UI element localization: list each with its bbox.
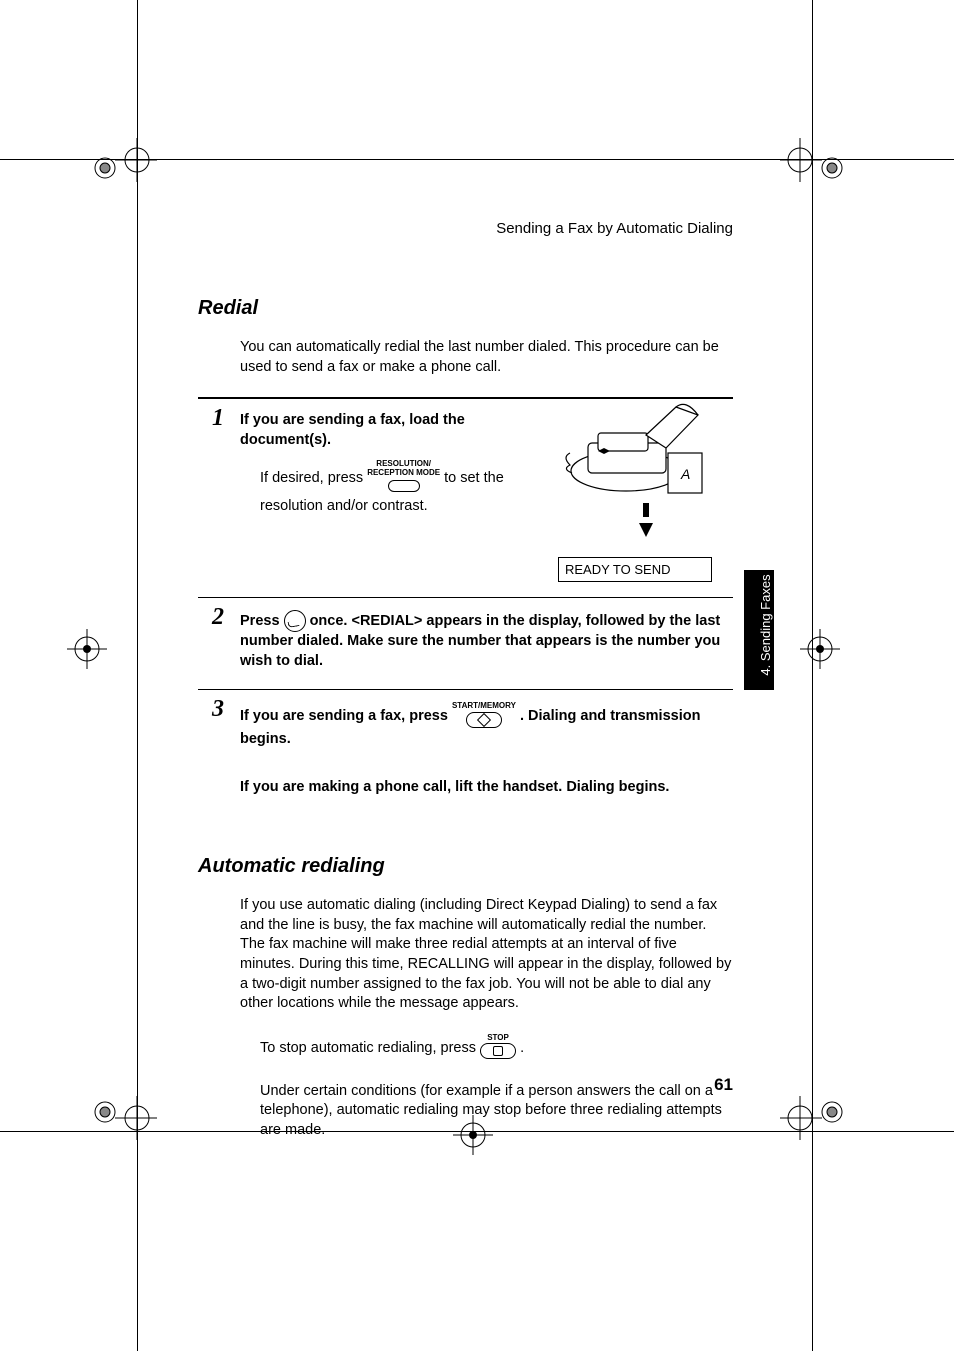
crop-mark-icon [87,1090,157,1160]
lcd-display: READY TO SEND [558,557,712,582]
section-title-auto-redial: Automatic redialing [198,855,733,878]
running-header: Sending a Fax by Automatic Dialing [198,220,733,237]
redial-button-icon [284,610,306,632]
step-number: 2 [212,604,224,631]
section-title-redial: Redial [198,297,733,320]
step1-heading: If you are sending a fax, load the docum… [240,411,540,450]
step2-text-b: once. <REDIAL> appears in the display, f… [240,613,720,669]
auto-redial-p1: If you use automatic dialing (including … [240,896,733,1013]
step3-text-c: If you are making a phone call, lift the… [240,778,733,798]
resolution-reception-mode-button-icon: RESOLUTION/ RECEPTION MODE [367,460,440,496]
crop-mark-icon [62,624,112,674]
step2-text-a: Press [240,613,284,629]
step1-text-a: If desired, press [260,470,367,486]
page-number: 61 [714,1075,733,1095]
svg-text:A: A [680,466,690,482]
crop-mark-icon [780,118,850,188]
auto-redial-p2b: . [520,1040,524,1056]
crop-mark-icon [780,1090,850,1160]
step-number: 3 [212,696,224,723]
redial-intro: You can automatically redial the last nu… [240,338,733,377]
auto-redial-p3: Under certain conditions (for example if… [260,1082,733,1141]
auto-redial-p2a: To stop automatic redialing, press [260,1040,480,1056]
chapter-tab-label: 4. Sending Faxes [759,570,772,680]
fax-load-document-illustration: A [558,393,718,498]
crop-mark-icon [795,624,845,674]
step-number: 1 [212,405,224,432]
stop-button-icon: STOP [480,1034,516,1062]
chapter-tab: 4. Sending Faxes [744,570,774,690]
step3-text-a: If you are sending a fax, press [240,708,452,724]
start-memory-button-icon: START/MEMORY [452,702,516,730]
crop-mark-icon [87,118,157,188]
